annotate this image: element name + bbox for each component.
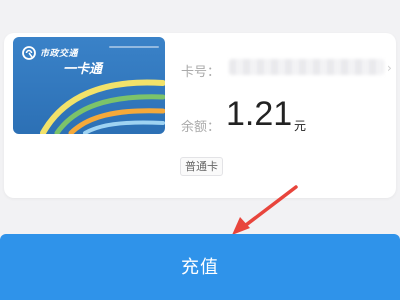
transit-logo-icon <box>22 46 36 60</box>
card-number-value <box>229 59 384 75</box>
recharge-button[interactable]: 充值 <box>0 234 400 300</box>
chevron-right-icon[interactable]: › <box>387 62 395 74</box>
screen: 市政交通 一卡通 卡号： › 余额： 1.21 元 普通卡 充值 <box>0 0 400 300</box>
card-type-badge: 普通卡 <box>180 157 223 176</box>
card-number-label: 卡号： <box>181 65 221 80</box>
balance-amount: 1.21 <box>226 95 293 133</box>
balance-unit: 元 <box>294 119 307 133</box>
arrow-annotation-icon <box>232 185 298 235</box>
card-fine-print <box>109 46 159 48</box>
card-swoosh-graphic <box>40 79 165 134</box>
transit-card-image: 市政交通 一卡通 <box>13 37 165 134</box>
balance-label: 余额： <box>181 120 221 135</box>
